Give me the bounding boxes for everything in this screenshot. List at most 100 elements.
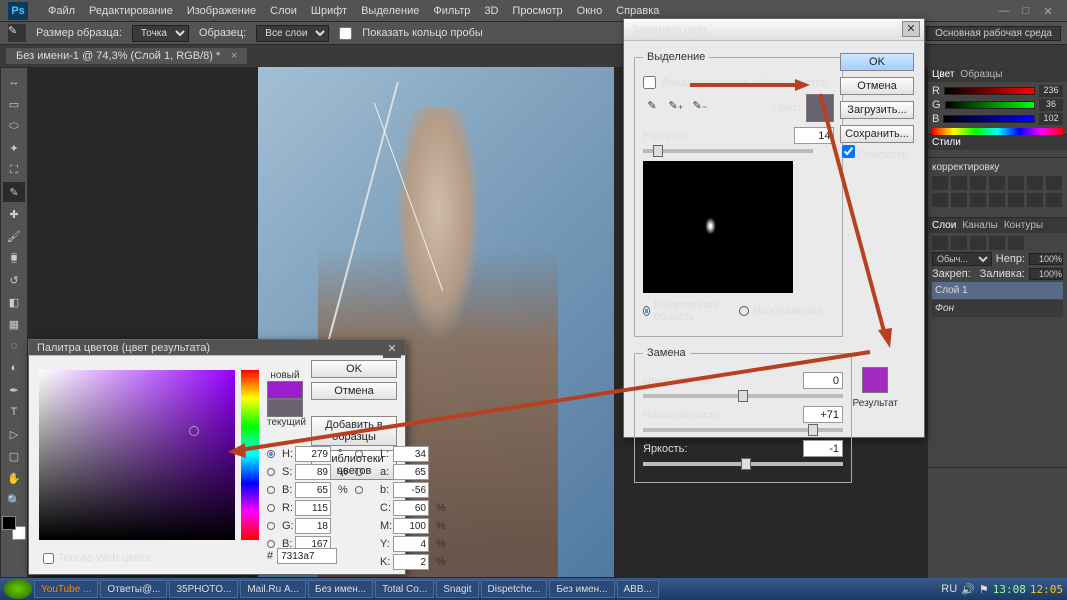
bv-input[interactable]	[295, 482, 331, 498]
menu-image[interactable]: Изображение	[187, 5, 256, 17]
adj-icon[interactable]	[1027, 193, 1043, 207]
tool-eraser[interactable]: ◧	[3, 292, 25, 312]
g-input[interactable]	[295, 518, 331, 534]
adj-icon[interactable]	[1008, 176, 1024, 190]
dialog-titlebar[interactable]: Заменить цвет ✕	[624, 19, 924, 41]
tool-wand[interactable]: ✦	[3, 138, 25, 158]
picker-ok[interactable]: OK	[311, 360, 397, 378]
load-button[interactable]: Загрузить...	[840, 101, 914, 119]
task-item[interactable]: Snagit	[436, 580, 478, 598]
hue-slider[interactable]	[643, 394, 843, 398]
k-input[interactable]	[393, 554, 429, 570]
s-radio[interactable]	[267, 468, 275, 476]
eyedropper-minus-icon[interactable]: ✎₋	[691, 99, 709, 117]
fg-bg-swatches[interactable]	[2, 516, 26, 540]
minimize-icon[interactable]: —	[995, 5, 1013, 19]
light-slider[interactable]	[643, 462, 843, 466]
color-marker[interactable]	[189, 426, 199, 436]
tool-brush[interactable]: 🖌	[3, 226, 25, 246]
g-slider[interactable]	[945, 101, 1035, 109]
tool-marquee[interactable]: ▭	[3, 94, 25, 114]
sat-slider[interactable]	[643, 428, 843, 432]
task-item[interactable]: Без имен...	[549, 580, 614, 598]
l-input[interactable]	[393, 446, 429, 462]
menu-select[interactable]: Выделение	[361, 5, 419, 17]
task-item[interactable]: YouTube ...	[34, 580, 98, 598]
task-item[interactable]: Dispetche...	[481, 580, 548, 598]
filter-icon[interactable]	[951, 236, 967, 250]
tool-history[interactable]: ↺	[3, 270, 25, 290]
eyedropper-icon[interactable]: ✎	[643, 99, 661, 117]
workspace-switcher[interactable]: Основная рабочая среда	[926, 26, 1061, 41]
hue-input[interactable]	[803, 372, 843, 389]
adj-icon[interactable]	[1046, 176, 1062, 190]
color-field[interactable]	[39, 370, 235, 540]
tool-blur[interactable]: ◌	[3, 336, 25, 356]
mode-selection-radio[interactable]: Выделенная область	[643, 299, 721, 323]
adj-icon[interactable]	[932, 193, 948, 207]
tab-color[interactable]: Цвет	[932, 69, 954, 80]
blend-mode[interactable]: Обыч...	[932, 252, 992, 266]
h-input[interactable]	[295, 446, 331, 462]
g-value[interactable]: 36	[1039, 99, 1063, 111]
s-input[interactable]	[295, 464, 331, 480]
adj-icon[interactable]	[1027, 176, 1043, 190]
task-item[interactable]: Total Co...	[375, 580, 434, 598]
adj-icon[interactable]	[970, 176, 986, 190]
layer-item[interactable]: Слой 1	[932, 282, 1063, 299]
picker-add[interactable]: Добавить в образцы	[311, 416, 397, 446]
adj-icon[interactable]	[932, 176, 948, 190]
tool-move[interactable]: ↔	[3, 72, 25, 92]
c-input[interactable]	[393, 500, 429, 516]
menu-help[interactable]: Справка	[616, 5, 659, 17]
hue-strip[interactable]	[241, 370, 259, 540]
close-icon[interactable]: ✕	[383, 342, 401, 358]
tool-crop[interactable]: ⛶	[3, 160, 25, 180]
close-icon[interactable]: ✕	[1039, 5, 1057, 19]
bb-radio[interactable]	[267, 540, 275, 548]
tool-lasso[interactable]: ⬭	[3, 116, 25, 136]
b-value[interactable]: 102	[1039, 113, 1063, 125]
tool-path[interactable]: ▷	[3, 424, 25, 444]
filter-icon[interactable]	[932, 236, 948, 250]
a-radio[interactable]	[355, 468, 363, 476]
tool-heal[interactable]: ✚	[3, 204, 25, 224]
b-slider[interactable]	[943, 115, 1035, 123]
preview-checkbox[interactable]	[842, 145, 855, 158]
h-radio[interactable]	[267, 450, 275, 458]
fg-color[interactable]	[2, 516, 16, 530]
adj-icon[interactable]	[989, 176, 1005, 190]
adj-icon[interactable]	[951, 176, 967, 190]
menu-file[interactable]: Файл	[48, 5, 75, 17]
r-input[interactable]	[295, 500, 331, 516]
filter-icon[interactable]	[1008, 236, 1024, 250]
menu-layer[interactable]: Слои	[270, 5, 297, 17]
mode-image-radio[interactable]: Изображение	[739, 305, 822, 317]
spread-slider[interactable]	[643, 149, 813, 153]
picker-cancel[interactable]: Отмена	[311, 382, 397, 400]
start-button[interactable]	[4, 579, 32, 599]
g-radio[interactable]	[267, 522, 275, 530]
hex-input[interactable]	[277, 548, 337, 564]
tool-gradient[interactable]: ▦	[3, 314, 25, 334]
tab-layers[interactable]: Слои	[932, 220, 956, 231]
adj-icon[interactable]	[1008, 193, 1024, 207]
filter-icon[interactable]	[989, 236, 1005, 250]
lang-indicator[interactable]: RU	[941, 583, 957, 595]
adj-icon[interactable]	[951, 193, 967, 207]
tool-shape[interactable]: ▢	[3, 446, 25, 466]
r-slider[interactable]	[944, 87, 1035, 95]
layer-bg[interactable]: Фон	[932, 300, 1063, 317]
fill-input[interactable]	[1029, 268, 1063, 280]
show-ring-checkbox[interactable]	[339, 27, 352, 40]
tool-pen[interactable]: ✒	[3, 380, 25, 400]
menu-filter[interactable]: Фильтр	[433, 5, 470, 17]
a-input[interactable]	[393, 464, 429, 480]
tray-icon[interactable]: 🔊	[961, 583, 975, 596]
tab-swatches[interactable]: Образцы	[960, 69, 1002, 80]
menu-view[interactable]: Просмотр	[512, 5, 562, 17]
r-value[interactable]: 236	[1039, 85, 1063, 97]
ok-button[interactable]: OK	[840, 53, 914, 71]
task-item[interactable]: Mail.Ru А...	[240, 580, 306, 598]
tray-icon[interactable]: ⚑	[979, 583, 989, 596]
